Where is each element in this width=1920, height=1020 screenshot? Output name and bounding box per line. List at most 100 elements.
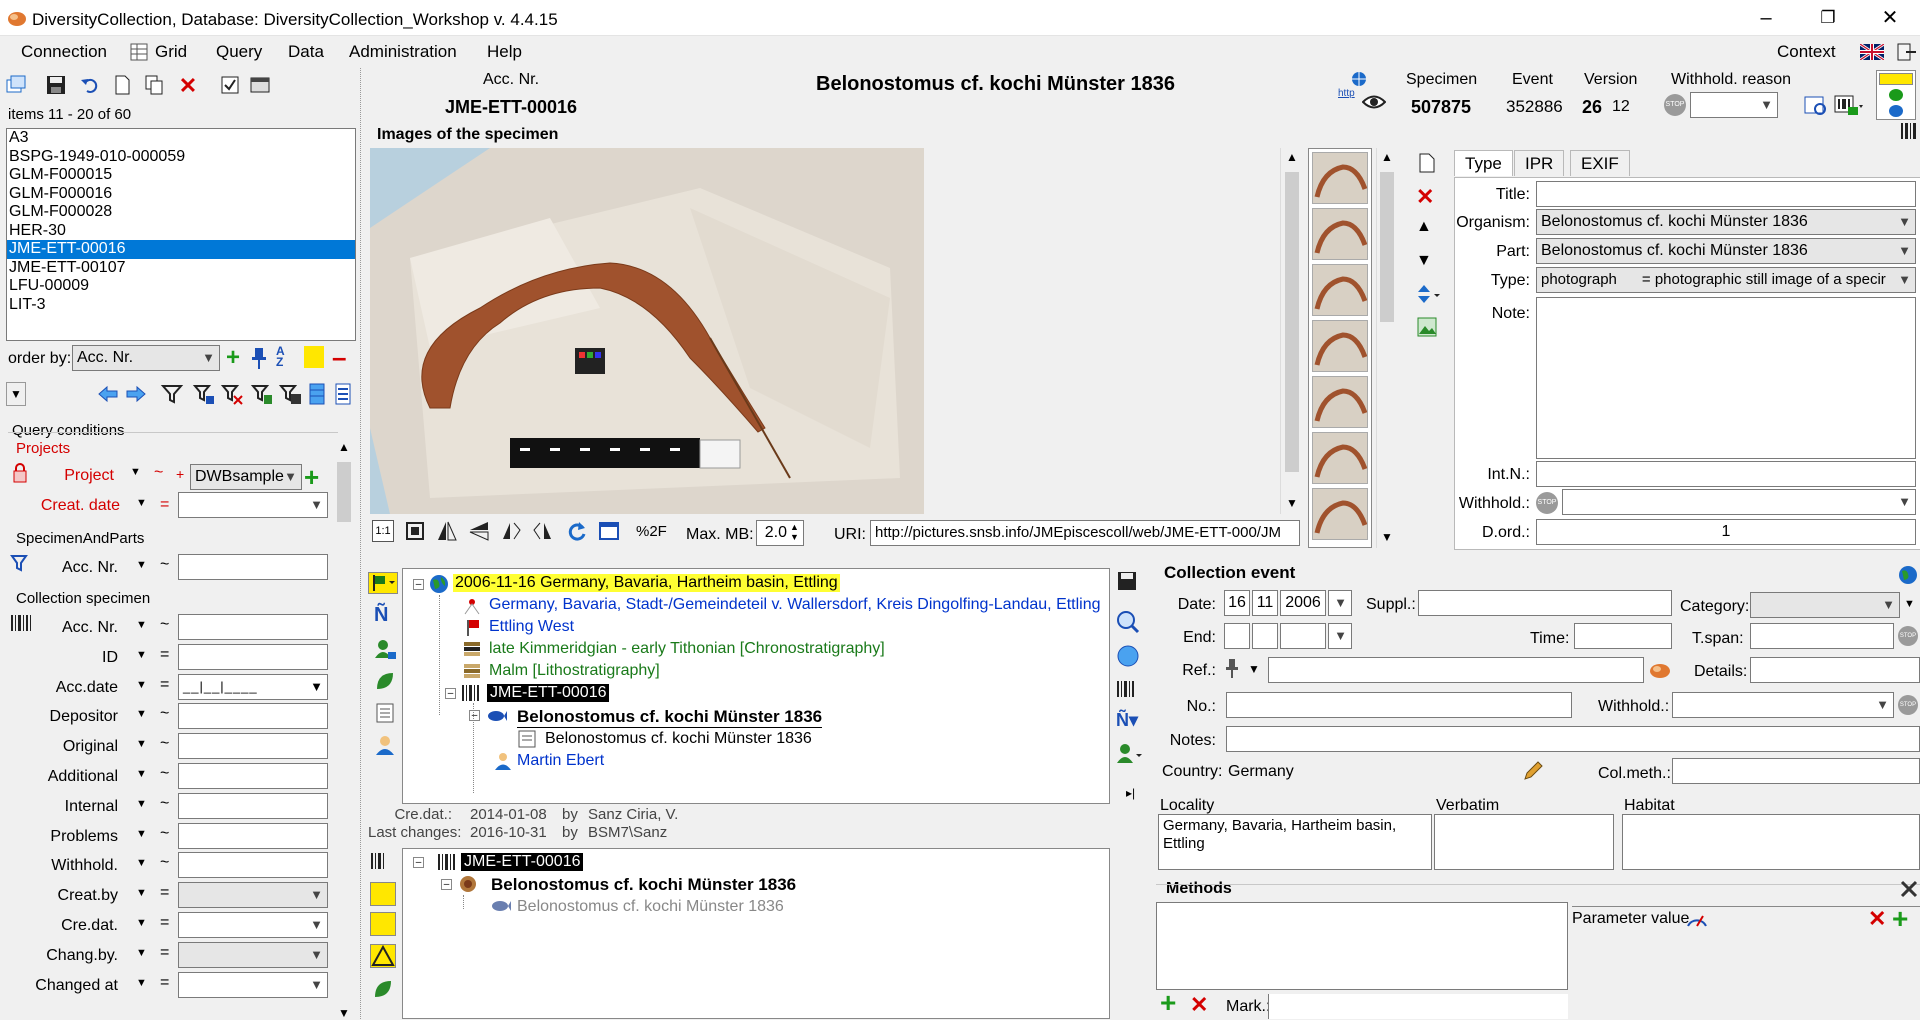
move-up-icon[interactable]: ▲ bbox=[1416, 218, 1432, 236]
barcode-tree-icon[interactable] bbox=[1116, 680, 1140, 700]
image-thumbnail[interactable] bbox=[1312, 376, 1368, 428]
query-op-dropdown-icon[interactable]: ▼ bbox=[136, 917, 147, 929]
pin-icon[interactable] bbox=[250, 346, 268, 370]
arrow-left-icon[interactable] bbox=[96, 382, 120, 406]
end-year-input[interactable] bbox=[1280, 623, 1326, 649]
max-mb-spinner[interactable]: ▲ ▼ bbox=[790, 522, 799, 542]
collector-icon[interactable] bbox=[374, 638, 396, 660]
barcode-menu-icon[interactable] bbox=[1834, 95, 1864, 117]
methods-list[interactable] bbox=[1156, 902, 1568, 990]
query-field-input[interactable] bbox=[178, 763, 328, 789]
image-scroll-down-icon[interactable]: ▼ bbox=[1286, 496, 1298, 510]
tree2-taxon-collapse[interactable]: – bbox=[441, 879, 452, 890]
collector-menu-icon[interactable] bbox=[1116, 742, 1144, 766]
flip-h-icon[interactable] bbox=[436, 520, 458, 542]
event-globe-icon[interactable] bbox=[1898, 565, 1918, 585]
scroll-thumb[interactable] bbox=[337, 462, 351, 522]
end-month-input[interactable] bbox=[1252, 623, 1278, 649]
event-flag-icon[interactable] bbox=[368, 572, 398, 594]
tree2-warning-icon[interactable] bbox=[370, 944, 396, 968]
query-field-input[interactable] bbox=[178, 793, 328, 819]
rotate-left-icon[interactable] bbox=[500, 520, 522, 542]
scroll-up-icon[interactable]: ▲ bbox=[338, 440, 350, 454]
date-picker[interactable]: ▼ bbox=[1328, 590, 1352, 616]
leaf-icon[interactable] bbox=[374, 670, 396, 692]
delete-image-icon[interactable]: ✕ bbox=[1416, 184, 1434, 210]
exit-icon[interactable] bbox=[1896, 42, 1916, 62]
tree-part-node[interactable]: Belonostomus cf. kochi Münster 1836 bbox=[545, 730, 812, 748]
minimize-button[interactable]: – bbox=[1746, 4, 1786, 32]
details-input[interactable] bbox=[1750, 657, 1920, 683]
month-input[interactable]: 11 bbox=[1252, 590, 1278, 616]
note-textarea[interactable] bbox=[1536, 297, 1916, 459]
query-op-dropdown-icon[interactable]: ▼ bbox=[136, 857, 147, 869]
globe-small-icon[interactable] bbox=[1889, 89, 1903, 101]
locality-textarea[interactable]: Germany, Bavaria, Hartheim basin, Ettlin… bbox=[1158, 814, 1432, 870]
uri-input[interactable]: http://pictures.snsb.info/JMEpiscescoll/… bbox=[870, 520, 1300, 546]
add-parameter-icon[interactable]: + bbox=[1892, 905, 1908, 933]
menu-administration[interactable]: Administration bbox=[349, 42, 457, 62]
sort-az-icon[interactable]: AZ bbox=[276, 345, 298, 370]
tree-locality-node[interactable]: Germany, Bavaria, Stadt-/Gemeindeteil v.… bbox=[489, 596, 1101, 614]
query-op-dropdown-icon[interactable]: ▼ bbox=[136, 619, 147, 631]
tab-type[interactable]: Type bbox=[1454, 150, 1513, 176]
list-item[interactable]: LIT-3 bbox=[7, 296, 355, 315]
part-select[interactable]: Belonostomus cf. kochi Münster 1836 ▼ bbox=[1536, 238, 1916, 264]
query-op-dropdown-icon[interactable]: ▼ bbox=[136, 977, 147, 989]
thumbnail-scrollbar[interactable]: ▲ ▼ bbox=[1376, 148, 1396, 548]
query-op-dropdown-icon[interactable]: ▼ bbox=[136, 887, 147, 899]
query-scrollbar[interactable]: ▲ ▼ bbox=[334, 440, 354, 1020]
restore-button[interactable]: ❐ bbox=[1808, 4, 1848, 32]
remove-parameter-icon[interactable]: ✕ bbox=[1868, 908, 1886, 930]
ref-pin-icon[interactable] bbox=[1224, 657, 1240, 679]
parameter-gauge-icon[interactable] bbox=[1686, 908, 1708, 930]
image-scrollbar[interactable]: ▲ ▼ bbox=[1280, 148, 1302, 514]
ref-app-icon[interactable] bbox=[1648, 660, 1672, 680]
checkbox-icon[interactable] bbox=[218, 74, 242, 98]
tree-save-icon[interactable] bbox=[1116, 570, 1140, 594]
project-op-dropdown[interactable]: ▼ bbox=[130, 466, 141, 478]
list-item[interactable]: HER-30 bbox=[7, 222, 355, 241]
fit-icon[interactable] bbox=[404, 520, 426, 542]
image-thumbnail[interactable] bbox=[1312, 208, 1368, 260]
query-field-select[interactable]: ▼ bbox=[178, 912, 328, 938]
day-input[interactable]: 16 bbox=[1224, 590, 1250, 616]
no-input[interactable] bbox=[1226, 692, 1572, 718]
colmeth-input[interactable] bbox=[1672, 758, 1920, 784]
tree2-part-node[interactable]: Belonostomus cf. kochi Münster 1836 bbox=[517, 898, 784, 916]
event-withhold-select[interactable]: ▼ bbox=[1672, 692, 1894, 718]
image-scroll-up-icon[interactable]: ▲ bbox=[1286, 150, 1298, 164]
filter-icon[interactable] bbox=[160, 382, 184, 406]
tree2-specimen-node[interactable]: JME-ETT-00016 bbox=[461, 853, 584, 871]
image-thumbnail[interactable] bbox=[1312, 320, 1368, 372]
query-field-input[interactable] bbox=[178, 703, 328, 729]
tree2-barcode-icon[interactable] bbox=[370, 852, 394, 870]
table-icon[interactable] bbox=[248, 74, 272, 98]
special-sort-icon[interactable] bbox=[304, 346, 324, 368]
list-item[interactable]: BSPG-1949-010-000059 bbox=[7, 148, 355, 167]
list-item[interactable]: GLM-F000016 bbox=[7, 185, 355, 204]
add-project-icon[interactable]: + bbox=[304, 464, 319, 490]
tree-litho-node[interactable]: Malm [Lithostratigraphy] bbox=[489, 662, 660, 680]
query-op-dropdown-icon[interactable]: ▼ bbox=[136, 768, 147, 780]
save-icon[interactable] bbox=[44, 74, 68, 98]
query-field-input[interactable]: __|__|____ ▼ bbox=[178, 674, 328, 700]
image-thumbnail[interactable] bbox=[1312, 264, 1368, 316]
habitat-textarea[interactable] bbox=[1622, 814, 1920, 870]
tree-taxon-node[interactable]: Belonostomus cf. kochi Münster 1836 bbox=[517, 707, 823, 728]
menu-help[interactable]: Help bbox=[487, 42, 522, 62]
person-icon[interactable] bbox=[374, 734, 396, 756]
query-op-dropdown-icon[interactable]: ▼ bbox=[136, 947, 147, 959]
tab-ipr[interactable]: IPR bbox=[1514, 150, 1565, 176]
query-window-icon[interactable] bbox=[1804, 95, 1828, 117]
yellow-stripe-icon[interactable] bbox=[1879, 73, 1913, 85]
tree-site-node[interactable]: Ettling West bbox=[489, 618, 574, 636]
event-tree[interactable]: – 2006-11-16 Germany, Bavaria, Hartheim … bbox=[402, 568, 1110, 804]
orderby-select[interactable]: Acc. Nr. ▼ bbox=[72, 345, 220, 371]
withhold-select[interactable]: ▼ bbox=[1562, 489, 1916, 515]
chevron-down-icon[interactable]: ▼ bbox=[310, 679, 323, 694]
column-list-icon[interactable] bbox=[332, 382, 354, 406]
list-item[interactable]: JME-ETT-00016 bbox=[7, 240, 355, 259]
creat-date-op-dropdown[interactable]: ▼ bbox=[136, 497, 147, 509]
filter-list-icon[interactable] bbox=[250, 382, 274, 406]
